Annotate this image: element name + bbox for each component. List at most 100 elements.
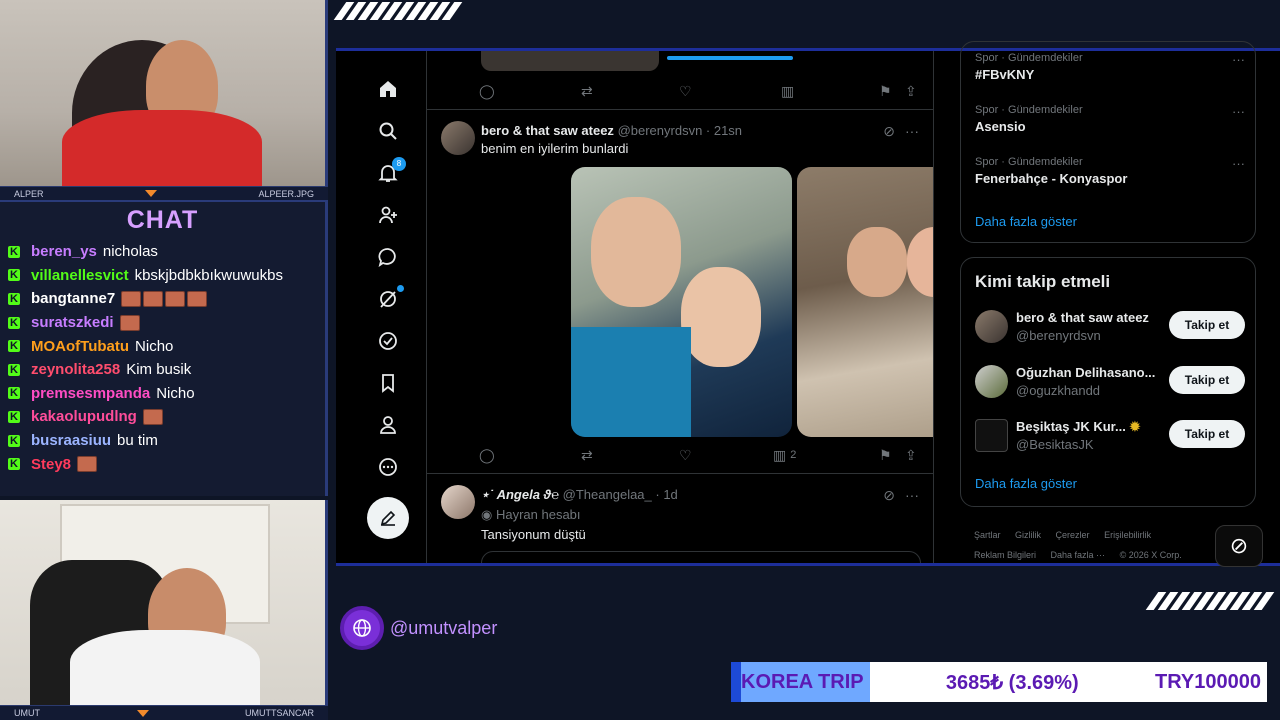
chat-username[interactable]: villanellesvict: [31, 267, 129, 284]
post-avatar[interactable]: [441, 485, 475, 519]
views-icon: ▥: [773, 446, 787, 463]
compose-post-button[interactable]: [367, 497, 409, 539]
goal-progress-fill: [731, 662, 741, 702]
webcam-top: [0, 0, 328, 186]
post-avatar[interactable]: [441, 121, 475, 155]
footer-link[interactable]: Gizlilik: [1015, 530, 1041, 540]
footer-link[interactable]: Reklam Bilgileri: [974, 550, 1036, 560]
chat-text: bu tim: [117, 432, 158, 450]
bookmarks-icon[interactable]: [376, 371, 400, 395]
streamer-shirt: [62, 110, 262, 186]
share-icon[interactable]: ⇪: [905, 445, 917, 465]
reply-icon[interactable]: ◯: [479, 445, 495, 465]
notifications-bell-icon[interactable]: 8: [376, 157, 406, 185]
follow-button[interactable]: Takip et: [1169, 420, 1245, 448]
trend-title: Asensio: [975, 119, 1026, 134]
post-image-1[interactable]: [571, 167, 792, 437]
trend-category: Spor · Gündemdekiler: [975, 52, 1083, 64]
trend-more-icon[interactable]: ···: [1232, 156, 1245, 171]
trend-title: #FBvKNY: [975, 67, 1035, 82]
chat-username[interactable]: zeynolita258: [31, 361, 120, 378]
post-more-icon[interactable]: ···: [905, 123, 919, 140]
footer-links: Şartlar Gizlilik Çerezler Erişilebilirli…: [974, 525, 1214, 565]
trend-item[interactable]: Spor · Gündemdekiler #FBvKNY ···: [975, 52, 1245, 82]
emote-icon: [77, 456, 98, 473]
chat-text: kbskjbdbkbıkwuwukbs: [134, 266, 283, 284]
photo-clothing: [571, 327, 691, 437]
follow-show-more-link[interactable]: Daha fazla göster: [975, 476, 1077, 491]
follow-suggestion[interactable]: bero & that saw ateez @berenyrdsvn Takip…: [975, 308, 1245, 346]
views-icon[interactable]: ▥: [781, 81, 794, 101]
suggestion-handle: @oguzkhandd: [1016, 383, 1101, 398]
chat-username[interactable]: Stey8: [31, 456, 71, 473]
social-handle-text: @umutvalper: [390, 617, 498, 638]
chat-message-list: Kberen_ys nicholas Kvillanellesvict kbskjbd…: [0, 234, 325, 476]
post-author-handle[interactable]: @Theangelaa_ · 1d: [563, 487, 678, 502]
trend-category: Spor · Gündemdekiler: [975, 156, 1083, 168]
post-author-name[interactable]: ⋆˙ Angela ϑ℮: [481, 487, 559, 502]
suggestion-name[interactable]: bero & that saw ateez: [1016, 310, 1161, 325]
home-icon[interactable]: [376, 77, 400, 101]
profile-icon[interactable]: [376, 413, 400, 437]
post-more-icon[interactable]: ···: [905, 487, 919, 504]
decorative-stripes-top: [333, 2, 463, 20]
chat-text: Kim busik: [126, 361, 192, 379]
grok-post-icon[interactable]: ⊘: [883, 487, 895, 504]
search-icon[interactable]: [376, 119, 400, 143]
besiktas-logo-avatar[interactable]: [975, 419, 1008, 452]
suggestion-avatar[interactable]: [975, 365, 1008, 398]
trend-more-icon[interactable]: ···: [1232, 52, 1245, 67]
suggestion-name[interactable]: Oğuzhan Delihasano...: [1016, 365, 1161, 380]
messages-icon[interactable]: [376, 245, 400, 269]
grok-floating-button[interactable]: ⊘: [1215, 525, 1263, 567]
post-author-name[interactable]: bero & that saw ateez: [481, 123, 614, 138]
reply-icon[interactable]: ◯: [479, 81, 495, 101]
more-options-icon[interactable]: [376, 455, 400, 479]
verified-icon[interactable]: [376, 329, 400, 353]
like-icon[interactable]: ♡: [679, 445, 692, 465]
chat-username[interactable]: premsesmpanda: [31, 385, 150, 402]
chat-username[interactable]: busraasiuu: [31, 432, 111, 449]
chat-username[interactable]: bangtanne7: [31, 290, 115, 307]
trend-more-icon[interactable]: ···: [1232, 104, 1245, 119]
caret-down-icon: [144, 190, 157, 197]
like-icon[interactable]: ♡: [679, 81, 692, 101]
follow-button[interactable]: Takip et: [1169, 366, 1245, 394]
follow-people-icon[interactable]: [376, 203, 400, 227]
footer-link[interactable]: Erişilebilirlik: [1104, 530, 1151, 540]
chat-message: Ksuratszkedi: [8, 311, 325, 335]
emote-icon: [165, 290, 186, 307]
globe-icon: [340, 606, 384, 650]
trend-item[interactable]: Spor · Gündemdekiler Fenerbahçe - Konyas…: [975, 156, 1245, 186]
chat-username[interactable]: MOAofTubatu: [31, 338, 129, 355]
footer-link[interactable]: Daha fazla ···: [1051, 550, 1106, 560]
kick-badge-icon: K: [8, 269, 20, 282]
follow-button[interactable]: Takip et: [1169, 311, 1245, 339]
suggestion-avatar[interactable]: [975, 310, 1008, 343]
chat-username[interactable]: beren_ys: [31, 243, 97, 260]
quoted-post-card[interactable]: [481, 551, 921, 563]
follow-suggestion[interactable]: Oğuzhan Delihasano... @oguzkhandd Takip …: [975, 363, 1245, 401]
bookmark-icon[interactable]: ⚑: [879, 81, 892, 101]
footer-link[interactable]: Çerezler: [1056, 530, 1090, 540]
post-image-2[interactable]: [797, 167, 933, 437]
repost-icon[interactable]: ⇄: [581, 81, 593, 101]
trend-item[interactable]: Spor · Gündemdekiler Asensio ···: [975, 104, 1245, 134]
repost-icon[interactable]: ⇄: [581, 445, 593, 465]
grok-post-icon[interactable]: ⊘: [883, 123, 895, 140]
grok-icon[interactable]: [376, 285, 404, 311]
goal-amount: 3685₺ (3.69%): [945, 671, 1079, 694]
trends-show-more-link[interactable]: Daha fazla göster: [975, 214, 1077, 229]
goal-target: TRY100000: [1154, 670, 1261, 693]
share-icon[interactable]: ⇪: [905, 81, 917, 101]
views-button[interactable]: ▥ 2: [773, 445, 796, 465]
bookmark-icon[interactable]: ⚑: [879, 445, 892, 465]
chat-username[interactable]: kakaolupudlng: [31, 408, 137, 425]
chat-username[interactable]: suratszkedi: [31, 314, 114, 331]
post-divider: [427, 109, 933, 110]
post-author-handle[interactable]: @berenyrdsvn · 21sn: [618, 123, 742, 138]
chat-text: Nicho: [135, 337, 174, 355]
footer-link[interactable]: Şartlar: [974, 530, 1001, 540]
suggestion-name[interactable]: Beşiktaş JK Kur... ✹: [1016, 419, 1161, 435]
follow-suggestion[interactable]: Beşiktaş JK Kur... ✹ @BesiktasJK Takip e…: [975, 417, 1245, 455]
